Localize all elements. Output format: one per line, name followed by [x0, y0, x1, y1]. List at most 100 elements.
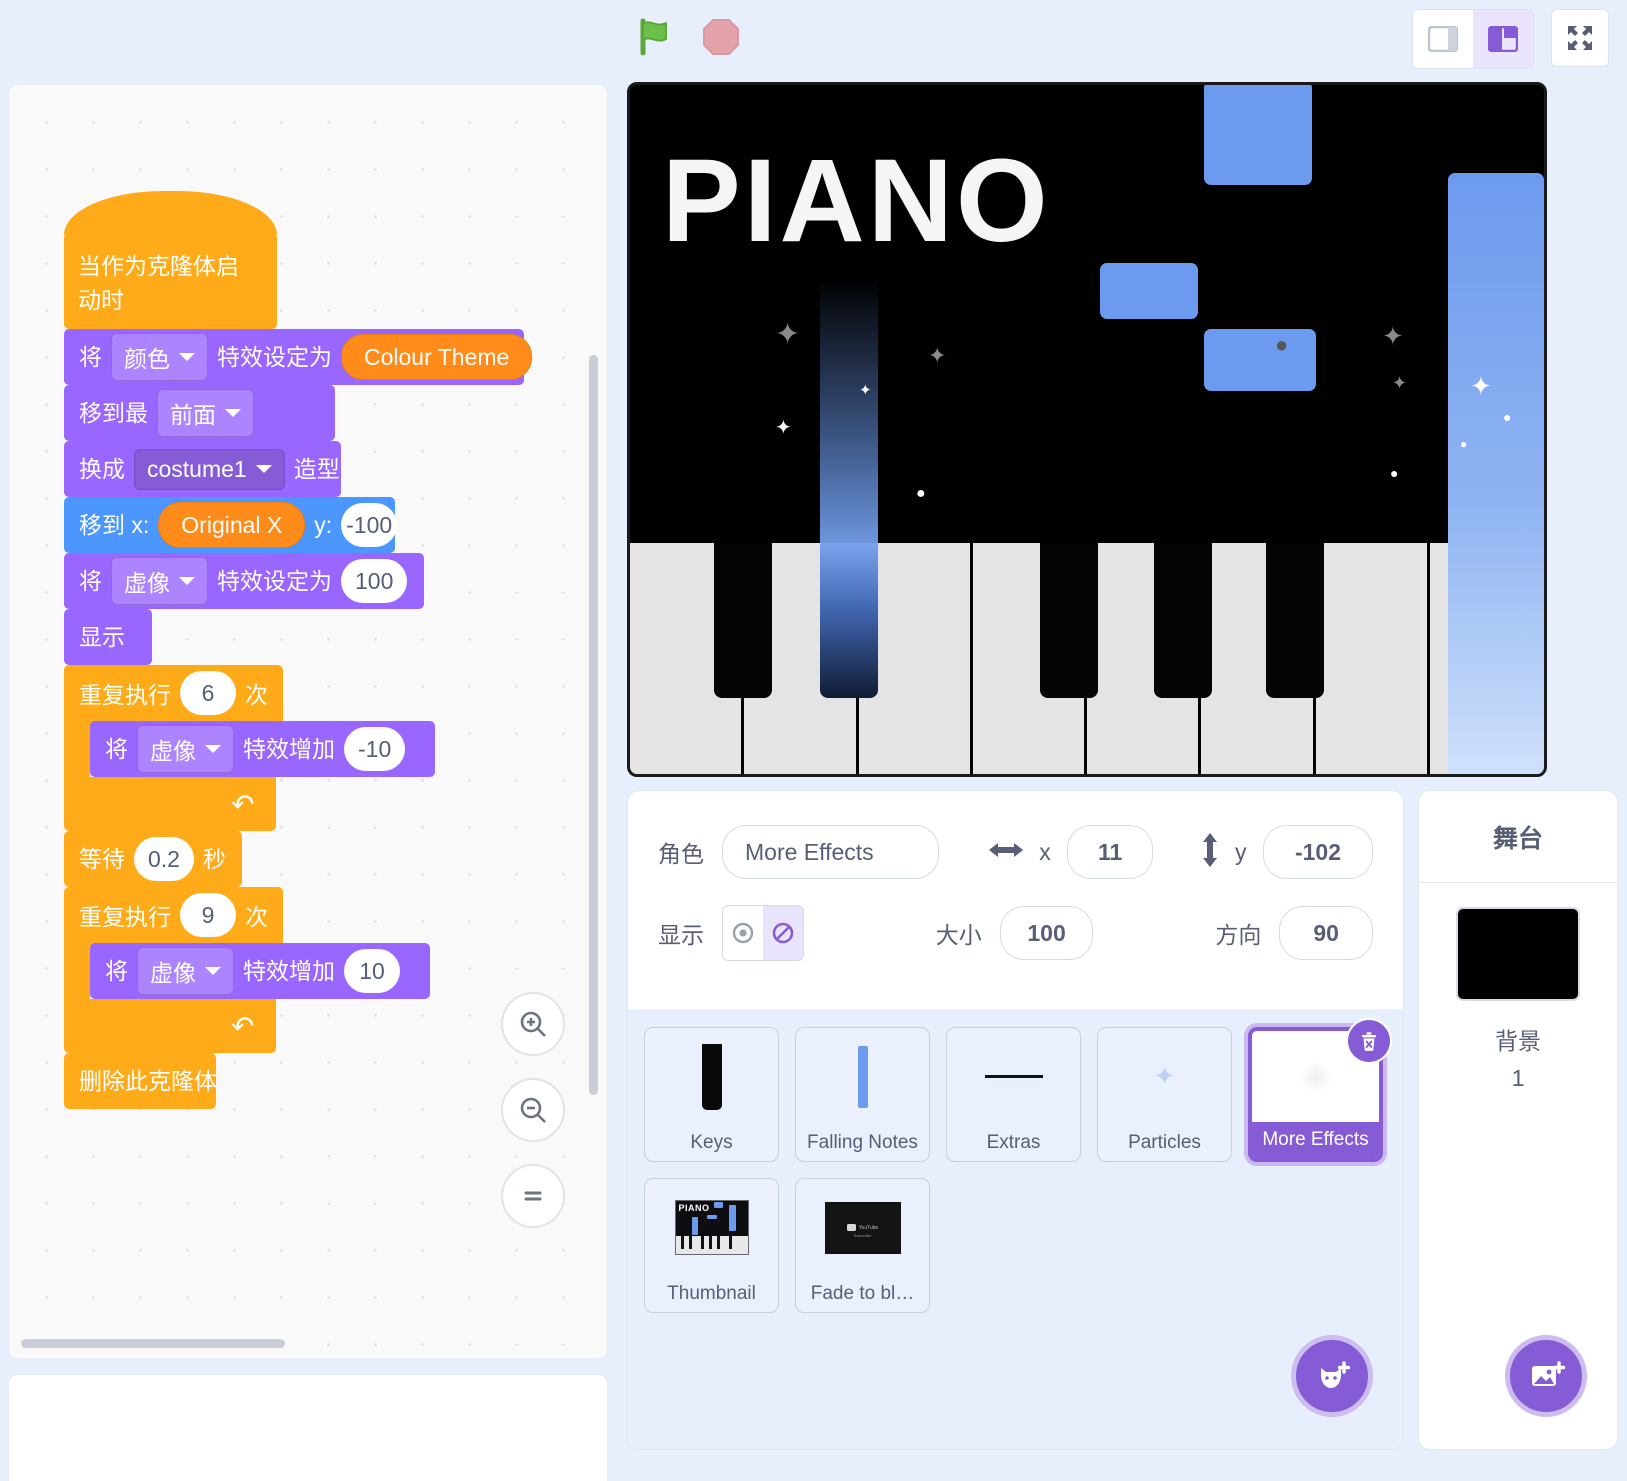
fullscreen-button[interactable] — [1551, 9, 1609, 67]
zoom-reset-icon[interactable] — [501, 1164, 565, 1228]
block-go-to-xy[interactable]: 移到 x: Original X y: -100 — [64, 497, 398, 561]
y-input[interactable]: -102 — [1263, 825, 1373, 879]
show-sprite-button[interactable] — [723, 906, 763, 960]
black-key-active[interactable] — [820, 543, 878, 698]
black-key[interactable] — [714, 543, 772, 698]
youtube-dark-icon: YouTube Subscribe — [824, 1201, 901, 1254]
costume-dropdown[interactable]: costume1 — [134, 448, 285, 490]
direction-label: 方向 — [1215, 922, 1262, 948]
repeat-count-input[interactable]: 9 — [180, 893, 236, 937]
black-key[interactable] — [1154, 543, 1212, 698]
sparkle-icon: ✦ — [859, 382, 872, 399]
zoom-out-icon[interactable] — [501, 1078, 565, 1142]
block-prefix: 将 — [79, 567, 102, 594]
block-prefix: 等待 — [79, 845, 125, 872]
black-key[interactable] — [1266, 543, 1324, 698]
stage-selector-panel: 舞台 背景 1 — [1418, 790, 1618, 1450]
repeat-footer: ↷ — [64, 999, 276, 1061]
y-label: y — [1235, 838, 1247, 865]
size-input[interactable]: 100 — [999, 906, 1094, 960]
block-suffix: 特效设定为 — [217, 343, 332, 370]
block-suffix: 秒 — [202, 845, 226, 872]
direction-input[interactable]: 90 — [1279, 906, 1373, 960]
block-delete-this-clone[interactable]: 删除此克隆体 — [64, 1053, 217, 1109]
block-label: 删除此克隆体 — [79, 1067, 217, 1094]
variable-colour-theme[interactable]: Colour Theme — [341, 334, 533, 380]
sprite-tile-falling-notes[interactable]: Falling Notes — [795, 1027, 930, 1162]
sprite-thumbnail: ✦ — [1098, 1028, 1231, 1125]
variable-original-x[interactable]: Original X — [158, 502, 306, 548]
block-wait[interactable]: 等待 0.2 秒 — [64, 831, 242, 895]
effect-dropdown[interactable]: 虚像 — [111, 557, 208, 605]
block-set-ghost-effect[interactable]: 将 虚像 特效设定为 100 — [64, 553, 424, 617]
sprite-name-input[interactable]: More Effects — [722, 825, 940, 879]
falling-note — [1204, 329, 1316, 391]
c-arm — [64, 721, 90, 777]
dropdown-label: costume1 — [147, 455, 247, 482]
sparkle-icon: ✦ — [928, 343, 947, 368]
block-prefix: 移到 x: — [79, 511, 150, 538]
white-key[interactable] — [1315, 543, 1430, 774]
block-suffix: y: — [314, 511, 333, 538]
blue-bar-icon — [857, 1045, 868, 1108]
block-repeat-9[interactable]: 重复执行 9 次 将 虚像 特效增加 10 ↷ — [64, 887, 524, 1061]
hat-label: 当作为克隆体启动时 — [78, 253, 239, 313]
block-go-to-front[interactable]: 移到最 前面 — [64, 385, 335, 449]
workspace-vertical-scrollbar[interactable] — [589, 355, 598, 1095]
repeat-body: 将 虚像 特效增加 10 — [64, 943, 524, 1007]
block-change-ghost-effect[interactable]: 将 虚像 特效增加 -10 — [90, 721, 435, 785]
sprite-tile-more-effects[interactable]: More Effects — [1248, 1018, 1392, 1162]
green-flag-icon[interactable] — [632, 14, 678, 60]
block-change-ghost-effect[interactable]: 将 虚像 特效增加 10 — [90, 943, 430, 1007]
workspace-horizontal-scrollbar[interactable] — [21, 1339, 285, 1348]
sparkle-icon: ✦ — [775, 417, 792, 439]
effect-value-input[interactable]: 100 — [341, 559, 408, 603]
effect-dropdown[interactable]: 虚像 — [137, 725, 234, 773]
block-switch-costume[interactable]: 换成 costume1 造型 — [64, 441, 341, 505]
dropdown-label: 颜色 — [124, 346, 170, 372]
block-show[interactable]: 显示 — [64, 609, 152, 673]
add-backdrop-button[interactable] — [1505, 1335, 1587, 1417]
code-workspace[interactable]: 当作为克隆体启动时 将 颜色 特效设定为 Colour Theme 移到最 前面 — [8, 84, 608, 1359]
repeat-header[interactable]: 重复执行 9 次 — [64, 887, 283, 951]
sprite-tile-keys[interactable]: Keys — [644, 1027, 779, 1162]
sprite-tile-fade-to-black[interactable]: YouTube Subscribe Fade to bl… — [795, 1178, 930, 1313]
large-stage-button[interactable] — [1473, 10, 1533, 68]
layer-dropdown[interactable]: 前面 — [157, 389, 254, 437]
block-suffix: 特效增加 — [243, 957, 335, 984]
x-arrow-icon — [987, 839, 1025, 866]
change-amount-input[interactable]: -10 — [344, 727, 406, 771]
sparkle-icon: ● — [916, 485, 926, 502]
stage-header-label: 舞台 — [1419, 791, 1617, 883]
stage-thumbnail[interactable] — [1456, 907, 1580, 1001]
change-amount-input[interactable]: 10 — [344, 949, 400, 993]
small-stage-button[interactable] — [1413, 10, 1473, 68]
dropdown-label: 前面 — [170, 402, 216, 428]
block-set-color-effect[interactable]: 将 颜色 特效设定为 Colour Theme — [64, 329, 533, 393]
stop-icon[interactable] — [698, 14, 744, 60]
delete-sprite-icon[interactable] — [1346, 1018, 1392, 1064]
y-input[interactable]: -100 — [341, 503, 398, 547]
piano-keyboard[interactable] — [630, 278, 1544, 774]
x-input[interactable]: 11 — [1067, 825, 1153, 879]
sprite-tile-particles[interactable]: ✦ Particles — [1097, 1027, 1232, 1162]
repeat-count-input[interactable]: 6 — [180, 671, 236, 715]
block-repeat-6[interactable]: 重复执行 6 次 将 虚像 特效增加 -10 ↷ — [64, 665, 524, 839]
zoom-in-icon[interactable] — [501, 992, 565, 1056]
add-sprite-button[interactable] — [1291, 1335, 1373, 1417]
dropdown-label: 虚像 — [124, 570, 170, 596]
black-key[interactable] — [1040, 543, 1098, 698]
chevron-down-icon — [205, 967, 221, 975]
repeat-footer: ↷ — [64, 777, 276, 839]
sprite-tile-extras[interactable]: Extras — [946, 1027, 1081, 1162]
effect-dropdown[interactable]: 虚像 — [137, 947, 234, 995]
stage[interactable]: PIANO ✦ ✦ ✦ ✦ ✦ ● ✦ ● ● ✦ ● ● — [627, 82, 1547, 777]
sprite-name: Fade to bl… — [810, 1283, 915, 1304]
hide-sprite-button[interactable] — [762, 906, 803, 960]
effect-dropdown[interactable]: 颜色 — [111, 333, 208, 381]
wait-seconds-input[interactable]: 0.2 — [134, 837, 194, 881]
repeat-header[interactable]: 重复执行 6 次 — [64, 665, 283, 729]
sparkle-icon: ● — [1390, 465, 1399, 481]
sprite-tile-thumbnail[interactable]: PIANO Thumbnail — [644, 1178, 779, 1313]
block-when-i-start-as-clone[interactable]: 当作为克隆体启动时 — [64, 191, 277, 329]
